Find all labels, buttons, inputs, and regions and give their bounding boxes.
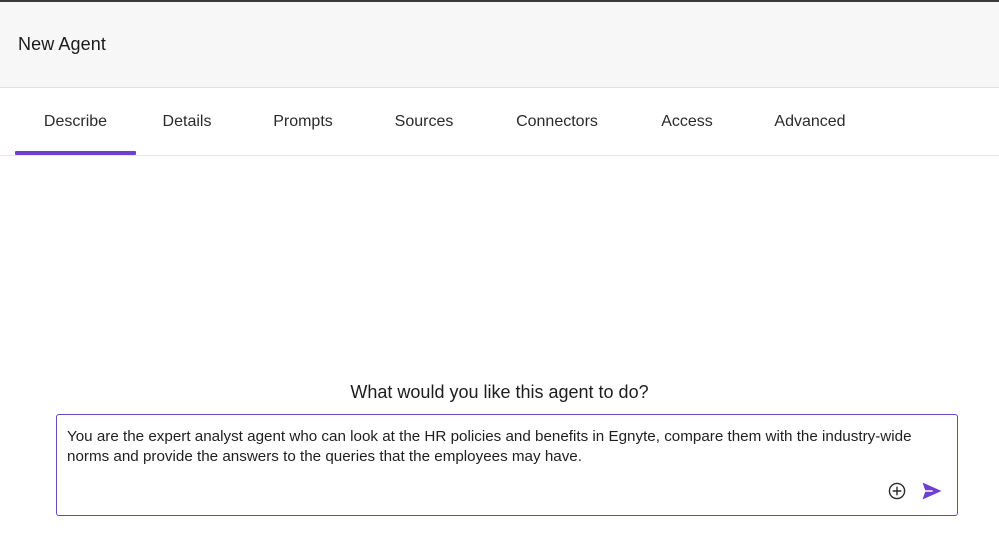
plus-circle-icon[interactable] [888,482,906,500]
agent-description-composer [56,414,958,516]
tab-access[interactable]: Access [647,88,727,155]
page-title: New Agent [18,34,106,54]
tab-sources[interactable]: Sources [381,88,467,155]
tab-connectors[interactable]: Connectors [500,88,614,155]
tab-details[interactable]: Details [150,88,224,155]
tab-bar: Describe Details Prompts Sources Connect… [0,88,999,156]
describe-heading: What would you like this agent to do? [350,382,649,402]
send-icon[interactable] [921,481,943,501]
tab-prompts[interactable]: Prompts [258,88,348,155]
agent-description-input[interactable] [67,427,942,483]
page-header: New Agent [0,2,999,88]
tab-advanced[interactable]: Advanced [760,88,860,155]
tab-describe[interactable]: Describe [15,88,136,155]
app-window: New Agent Describe Details Prompts Sourc… [0,0,999,559]
